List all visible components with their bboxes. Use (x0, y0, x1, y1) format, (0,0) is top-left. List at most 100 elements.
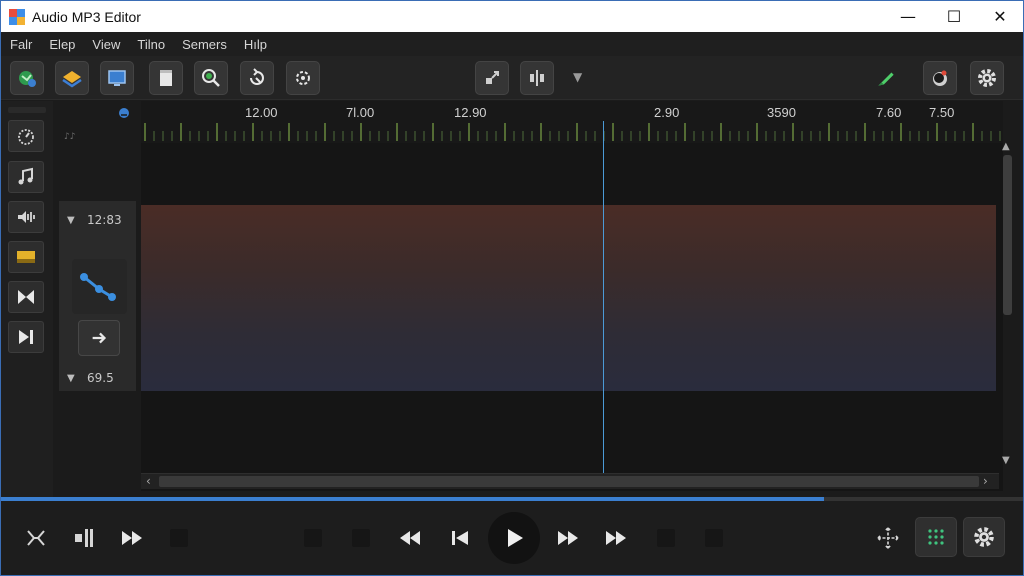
track-end-value: 69.5 (87, 371, 114, 385)
transport-settings-button[interactable] (963, 517, 1005, 557)
time-ruler[interactable]: 12.00 7l.00 12.90 2.90 3590 7.60 7.50 (141, 101, 1003, 143)
app-logo-icon (9, 8, 25, 25)
menu-bar: Falr Elep View Tilno Semers Hılp (1, 32, 1023, 56)
menu-tools[interactable]: Tilno (128, 37, 173, 52)
lock-icon[interactable] (118, 104, 130, 123)
trim-start-button[interactable] (21, 523, 51, 553)
tool-trim[interactable] (8, 281, 44, 313)
menu-file[interactable]: Falr (1, 37, 40, 52)
playhead[interactable] (603, 121, 604, 489)
track-start-time: 12:83 (87, 213, 122, 227)
gear-dots-icon (296, 71, 310, 85)
horizontal-scrollbar[interactable]: ‹ › (141, 473, 999, 489)
move-button[interactable] (873, 523, 903, 553)
clip-block-icon (17, 251, 35, 263)
app-window: Audio MP3 Editor — ☐ ✕ Falr Elep View Ti… (0, 0, 1024, 576)
envelope-curve-icon (80, 273, 116, 301)
scroll-left-icon[interactable]: ‹ (146, 474, 151, 488)
transport-bar (1, 501, 1023, 575)
envelope-button[interactable] (72, 259, 127, 314)
open-file-button[interactable] (10, 61, 44, 95)
bracket-in-icon (27, 530, 45, 546)
tool-panel (1, 101, 53, 497)
skip-back-icon (452, 531, 468, 545)
gear-icon (978, 69, 996, 87)
pen-icon (878, 72, 894, 86)
expand-arrow-icon[interactable]: ▼ (67, 373, 75, 384)
slot-box[interactable] (657, 529, 675, 547)
zoom-button[interactable] (194, 61, 228, 95)
skip-end-icon (19, 330, 33, 344)
menu-edit[interactable]: Elep (40, 37, 83, 52)
tool-skip-end[interactable] (8, 321, 44, 353)
marker-button[interactable] (874, 66, 902, 94)
collapse-arrow-icon[interactable]: ▼ (67, 215, 75, 226)
menu-settings[interactable]: Semers (173, 37, 235, 52)
next-button[interactable] (553, 523, 583, 553)
scroll-down-icon[interactable]: ▼ (1002, 455, 1010, 466)
settings-button[interactable] (970, 61, 1004, 95)
layers-button[interactable] (55, 61, 89, 95)
monitor-icon (108, 70, 126, 86)
vscroll-thumb[interactable] (1003, 155, 1012, 315)
menu-view[interactable]: View (83, 37, 128, 52)
document-icon (160, 70, 172, 86)
monitor-button[interactable] (100, 61, 134, 95)
audio-clip[interactable] (141, 205, 996, 391)
fast-forward-icon (606, 531, 626, 545)
menu-help[interactable]: Hılp (235, 37, 275, 52)
undo-button[interactable] (240, 61, 274, 95)
fast-forward-icon (558, 531, 578, 545)
fast-forward-icon (122, 531, 142, 545)
open-globe-icon (19, 71, 36, 87)
grid-dots-icon (928, 529, 944, 545)
slot-box[interactable] (170, 529, 188, 547)
rewind-icon (400, 531, 420, 545)
minimize-button[interactable]: — (885, 1, 931, 32)
split-bar-icon (75, 529, 93, 547)
panel-grip[interactable] (8, 107, 46, 113)
tool-volume[interactable] (8, 201, 44, 233)
resize-arrow-icon (486, 71, 499, 84)
effects-button[interactable] (286, 61, 320, 95)
record-button[interactable] (923, 61, 957, 95)
window-title: Audio MP3 Editor (32, 8, 141, 25)
grid-button[interactable] (915, 517, 957, 557)
tool-music[interactable] (8, 161, 44, 193)
record-icon (933, 70, 947, 86)
skip-forward-button[interactable] (601, 523, 631, 553)
rewind-button[interactable] (395, 523, 425, 553)
toolbar: ▼ (1, 56, 1023, 100)
slot-box[interactable] (705, 529, 723, 547)
move-arrows-icon (877, 527, 899, 549)
scroll-thumb[interactable] (159, 476, 979, 487)
layers-icon (62, 71, 82, 88)
stopwatch-icon (18, 129, 34, 145)
slot-box[interactable] (352, 529, 370, 547)
split-icon (530, 70, 544, 86)
split-button[interactable] (520, 61, 554, 95)
tool-timer[interactable] (8, 120, 44, 152)
tool-clip[interactable] (8, 241, 44, 273)
timeline-area[interactable]: 12.00 7l.00 12.90 2.90 3590 7.60 7.50 ‹ … (141, 101, 1003, 491)
scroll-right-icon[interactable]: › (983, 474, 988, 488)
close-button[interactable]: ✕ (977, 1, 1023, 32)
previous-button[interactable] (445, 523, 475, 553)
vertical-scrollbar[interactable]: ▲ ▼ (999, 141, 1017, 471)
scroll-up-icon[interactable]: ▲ (1002, 141, 1010, 152)
split-marker-button[interactable] (69, 523, 99, 553)
chevron-down-icon[interactable]: ▼ (573, 70, 582, 84)
fast-forward-track-button[interactable] (78, 320, 120, 356)
play-icon (508, 529, 523, 547)
snap-button[interactable] (475, 61, 509, 95)
gear-icon (974, 527, 994, 547)
slot-box[interactable] (304, 529, 322, 547)
track-tag-icon: ♪♪ (64, 132, 76, 142)
undo-rotate-icon (250, 68, 264, 85)
double-arrow-icon (92, 332, 107, 344)
maximize-button[interactable]: ☐ (931, 1, 977, 32)
track-header: ▼ 12:83 ▼ 69.5 (59, 201, 136, 391)
document-button[interactable] (149, 61, 183, 95)
play-button[interactable] (488, 512, 540, 564)
forward-button[interactable] (117, 523, 147, 553)
